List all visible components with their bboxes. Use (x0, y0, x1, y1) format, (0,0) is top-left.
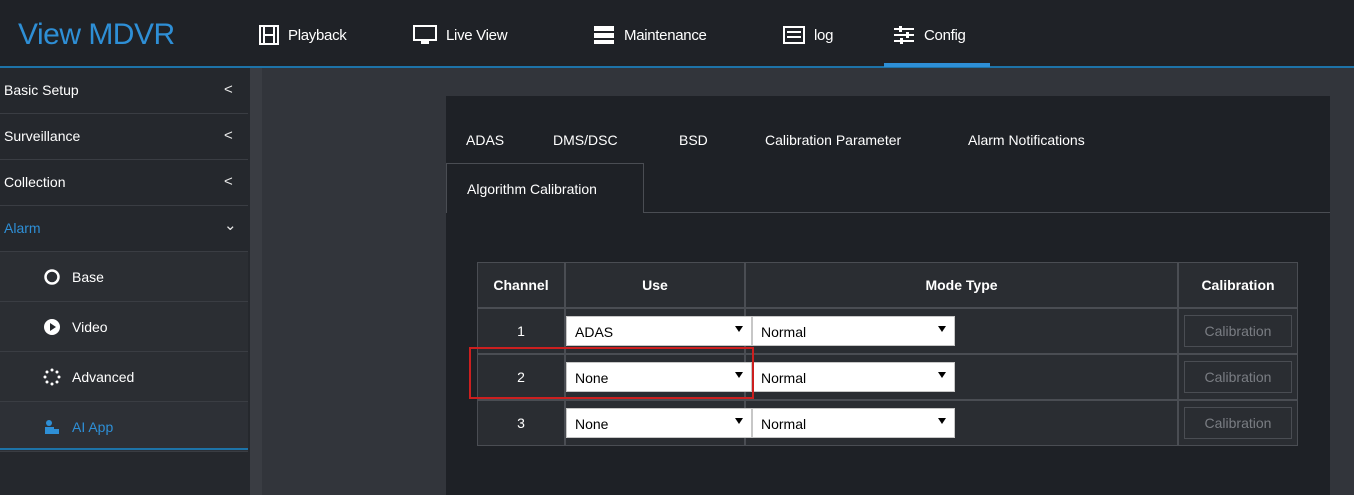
nav-maintenance[interactable]: Maintenance (592, 20, 707, 50)
dropdown-arrow-icon (938, 326, 946, 332)
calibration-button[interactable]: Calibration (1184, 361, 1292, 393)
monitor-icon (413, 25, 437, 44)
sidebar-subitem-base[interactable]: Base (0, 252, 248, 302)
sidebar-item-surveillance[interactable]: Surveillance < (0, 114, 248, 160)
nav-playback-label: Playback (288, 26, 347, 44)
nav-playback[interactable]: Playback (258, 20, 347, 50)
sidebar-item-collection[interactable]: Collection < (0, 160, 248, 206)
chevron-left-icon: < (224, 127, 233, 144)
tab-calibration-parameter[interactable]: Calibration Parameter (765, 132, 901, 148)
server-icon (594, 26, 614, 44)
spinner-icon (43, 368, 61, 386)
mode-type-select-value: Normal (761, 416, 807, 432)
sliders-icon (894, 26, 914, 44)
sidebar-subitem-label: Video (72, 319, 108, 335)
nav-log[interactable]: log (782, 20, 833, 50)
nav-active-indicator (884, 63, 990, 67)
header-channel: Channel (477, 262, 565, 308)
chevron-down-icon: ⌄ (224, 217, 237, 234)
table-row-channel: 3 (477, 400, 565, 446)
tab-algorithm-calibration[interactable]: Algorithm Calibration (446, 163, 644, 213)
use-select[interactable]: ADAS (566, 316, 752, 346)
ai-app-icon (45, 420, 59, 434)
nav-live-view[interactable]: Live View (412, 20, 508, 50)
use-select-value: ADAS (575, 324, 614, 340)
mode-type-select[interactable]: Normal (752, 316, 955, 346)
mode-type-select[interactable]: Normal (752, 408, 955, 438)
nav-config-label: Config (924, 26, 966, 44)
calibration-button[interactable]: Calibration (1184, 407, 1292, 439)
log-icon (783, 26, 805, 44)
sidebar-item-label: Alarm (4, 220, 41, 236)
chevron-left-icon: < (224, 81, 233, 98)
dropdown-arrow-icon (735, 326, 743, 332)
film-icon (259, 25, 279, 45)
tab-bsd[interactable]: BSD (679, 132, 708, 148)
sidebar-subitem-advanced[interactable]: Advanced (0, 352, 248, 402)
sidebar-item-label: Basic Setup (4, 82, 79, 98)
circle-icon (44, 269, 60, 285)
sidebar-subitem-ai-app[interactable]: AI App (0, 402, 248, 452)
highlight-box (469, 347, 754, 399)
mode-type-select[interactable]: Normal (752, 362, 955, 392)
header-use: Use (565, 262, 745, 308)
sidebar-active-underline (0, 448, 248, 450)
app-root: View MDVR Playback Live View Maintenance… (0, 0, 1354, 495)
sidebar-subitem-label: AI App (72, 419, 114, 435)
brand-logo: View MDVR (18, 18, 175, 51)
use-select-value: None (575, 416, 609, 432)
nav-log-label: log (814, 26, 834, 44)
sidebar-subitem-video[interactable]: Video (0, 302, 248, 352)
mode-type-select-value: Normal (761, 370, 807, 386)
nav-live-view-label: Live View (446, 26, 508, 44)
top-nav-bar: View MDVR Playback Live View Maintenance… (0, 0, 1354, 68)
sidebar-item-alarm[interactable]: Alarm ⌄ (0, 206, 248, 252)
header-mode-type: Mode Type (745, 262, 1178, 308)
sidebar-subitem-label: Base (72, 269, 104, 285)
tab-dms-dsc[interactable]: DMS/DSC (553, 132, 618, 148)
sidebar-item-label: Collection (4, 174, 66, 190)
mode-type-select-value: Normal (761, 324, 807, 340)
tab-adas[interactable]: ADAS (466, 132, 504, 148)
sidebar-subitem-label: Advanced (72, 369, 135, 385)
calibration-button[interactable]: Calibration (1184, 315, 1292, 347)
nav-maintenance-label: Maintenance (624, 26, 707, 44)
nav-config[interactable]: Config (892, 20, 966, 50)
dropdown-arrow-icon (938, 418, 946, 424)
sidebar-item-label: Surveillance (4, 128, 81, 144)
sidebar-item-basic-setup[interactable]: Basic Setup < (0, 68, 248, 114)
sidebar: Basic Setup < Surveillance < Collection … (0, 68, 250, 495)
tab-alarm-notifications[interactable]: Alarm Notifications (968, 132, 1085, 148)
dropdown-arrow-icon (735, 418, 743, 424)
header-calibration: Calibration (1178, 262, 1298, 308)
use-select[interactable]: None (566, 408, 752, 438)
chevron-left-icon: < (224, 173, 233, 190)
dropdown-arrow-icon (938, 372, 946, 378)
sidebar-scrollbar[interactable] (250, 68, 262, 495)
video-icon (44, 319, 60, 335)
